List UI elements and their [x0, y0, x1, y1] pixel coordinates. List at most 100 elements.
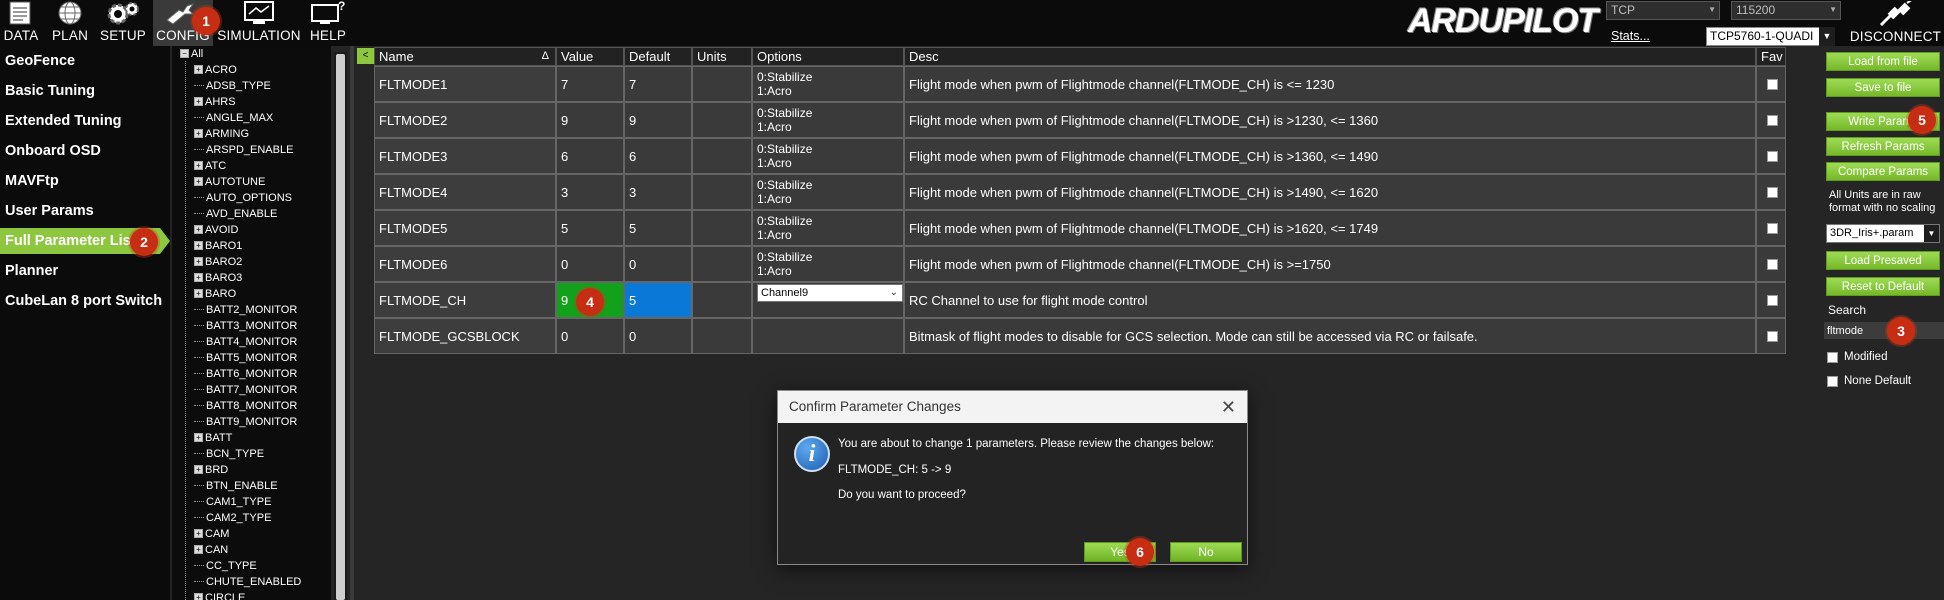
- expand-icon[interactable]: +: [194, 593, 203, 600]
- refresh-params-button[interactable]: Refresh Params: [1826, 137, 1940, 156]
- chevron-down-icon[interactable]: ▼: [1924, 225, 1939, 242]
- menu-item-user-params[interactable]: User Params: [0, 198, 170, 224]
- tree-item[interactable]: + BATT: [194, 432, 232, 448]
- param-options-cell[interactable]: 0:Stabilize 1:Acro: [752, 174, 904, 210]
- none-default-checkbox[interactable]: [1827, 375, 1838, 387]
- help-button[interactable]: ? HELP: [306, 0, 350, 46]
- setup-button[interactable]: SETUP: [97, 0, 149, 46]
- baud-rate-select[interactable]: 115200 ▼: [1731, 1, 1841, 20]
- tree-item[interactable]: + ACRO: [194, 64, 237, 80]
- column-header-units[interactable]: Units: [692, 47, 752, 66]
- expand-icon[interactable]: +: [194, 529, 203, 538]
- tree-item[interactable]: + BARO3: [194, 272, 242, 288]
- favorite-checkbox[interactable]: [1767, 330, 1778, 342]
- disconnect-button[interactable]: DISCONNECT: [1847, 0, 1944, 46]
- param-fav-cell[interactable]: [1756, 102, 1786, 138]
- param-value-cell[interactable]: 0: [556, 318, 624, 354]
- tree-item[interactable]: + BARO2: [194, 256, 242, 272]
- tree-item[interactable]: CAM2_TYPE: [194, 512, 271, 528]
- expand-icon[interactable]: +: [194, 161, 203, 170]
- param-fav-cell[interactable]: [1756, 210, 1786, 246]
- param-value-cell[interactable]: 5: [556, 210, 624, 246]
- favorite-checkbox[interactable]: [1767, 258, 1778, 270]
- column-header-default[interactable]: Default: [624, 47, 692, 66]
- param-fav-cell[interactable]: [1756, 138, 1786, 174]
- param-fav-cell[interactable]: [1756, 318, 1786, 354]
- close-icon[interactable]: ✕: [1221, 397, 1236, 417]
- tree-item[interactable]: BATT4_MONITOR: [194, 336, 297, 352]
- tree-item[interactable]: BCN_TYPE: [194, 448, 264, 464]
- plan-button[interactable]: PLAN: [49, 0, 91, 46]
- expand-icon[interactable]: +: [194, 257, 203, 266]
- load-presaved-button[interactable]: Load Presaved: [1826, 251, 1940, 270]
- tree-item[interactable]: BATT9_MONITOR: [194, 416, 297, 432]
- tree-item[interactable]: BATT8_MONITOR: [194, 400, 297, 416]
- table-row[interactable]: FLTMODE1 7 7 0:Stabilize 1:Acro Flight mode w…: [374, 66, 1786, 102]
- load-from-file-button[interactable]: Load from file: [1826, 52, 1940, 71]
- param-value-cell[interactable]: 7: [556, 66, 624, 102]
- menu-item-mavftp[interactable]: MAVFtp: [0, 168, 170, 194]
- tree-item[interactable]: BATT6_MONITOR: [194, 368, 297, 384]
- menu-item-onboard-osd[interactable]: Onboard OSD: [0, 138, 170, 164]
- tree-item[interactable]: + BARO: [194, 288, 236, 304]
- favorite-checkbox[interactable]: [1767, 150, 1778, 162]
- param-fav-cell[interactable]: [1756, 246, 1786, 282]
- tree-item[interactable]: CC_TYPE: [194, 560, 257, 576]
- column-header-fav[interactable]: Fav: [1756, 47, 1786, 66]
- modified-checkbox[interactable]: [1827, 351, 1838, 363]
- expand-icon[interactable]: +: [194, 225, 203, 234]
- options-select[interactable]: Channel9 ⌄: [757, 284, 903, 302]
- connection-name-select[interactable]: TCP5760-1-QUADI: [1706, 27, 1834, 46]
- table-row[interactable]: FLTMODE5 5 5 0:Stabilize 1:Acro Flight mode w…: [374, 210, 1786, 246]
- tree-item[interactable]: + ARMING: [194, 128, 249, 144]
- expand-icon[interactable]: +: [194, 545, 203, 554]
- expand-icon[interactable]: +: [194, 177, 203, 186]
- collapse-tree-button[interactable]: <: [357, 48, 374, 64]
- expand-icon[interactable]: +: [194, 433, 203, 442]
- param-options-cell[interactable]: 0:Stabilize 1:Acro: [752, 66, 904, 102]
- param-value-cell[interactable]: 6: [556, 138, 624, 174]
- column-header-desc[interactable]: Desc: [904, 47, 1756, 66]
- tree-item[interactable]: ARSPD_ENABLE: [194, 144, 293, 160]
- none-default-filter[interactable]: None Default: [1827, 375, 1911, 387]
- search-input[interactable]: [1824, 322, 1944, 339]
- favorite-checkbox[interactable]: [1767, 222, 1778, 234]
- reset-to-default-button[interactable]: Reset to Default: [1826, 277, 1940, 296]
- table-row[interactable]: FLTMODE3 6 6 0:Stabilize 1:Acro Flight mode w…: [374, 138, 1786, 174]
- menu-item-planner[interactable]: Planner: [0, 258, 170, 284]
- column-header-value[interactable]: Value: [556, 47, 624, 66]
- param-fav-cell[interactable]: [1756, 282, 1786, 318]
- table-row[interactable]: FLTMODE2 9 9 0:Stabilize 1:Acro Flight mode w…: [374, 102, 1786, 138]
- param-options-cell[interactable]: 0:Stabilize 1:Acro: [752, 246, 904, 282]
- param-value-cell[interactable]: 0: [556, 246, 624, 282]
- tree-item[interactable]: AVD_ENABLE: [194, 208, 277, 224]
- table-row[interactable]: FLTMODE6 0 0 0:Stabilize 1:Acro Flight mode w…: [374, 246, 1786, 282]
- favorite-checkbox[interactable]: [1767, 78, 1778, 90]
- simulation-button[interactable]: SIMULATION: [216, 0, 302, 46]
- param-file-select[interactable]: 3DR_Iris+.param ▼: [1826, 224, 1940, 243]
- tree-item[interactable]: + ATC: [194, 160, 226, 176]
- menu-item-extended-tuning[interactable]: Extended Tuning: [0, 108, 170, 134]
- no-button[interactable]: No: [1170, 542, 1242, 562]
- table-row[interactable]: FLTMODE_GCSBLOCK 0 0 Bitmask of flight mode…: [374, 318, 1786, 354]
- tree-scrollbar-thumb[interactable]: [336, 54, 345, 600]
- expand-icon[interactable]: +: [194, 273, 203, 282]
- expand-icon[interactable]: +: [194, 465, 203, 474]
- tree-root[interactable]: − All: [180, 48, 203, 64]
- param-fav-cell[interactable]: [1756, 174, 1786, 210]
- tree-item[interactable]: AUTO_OPTIONS: [194, 192, 292, 208]
- param-options-cell[interactable]: [752, 318, 904, 354]
- tree-item[interactable]: + AVOID: [194, 224, 238, 240]
- expand-icon[interactable]: +: [194, 65, 203, 74]
- expand-icon[interactable]: +: [194, 289, 203, 298]
- tree-item[interactable]: ANGLE_MAX: [194, 112, 273, 128]
- connection-type-select[interactable]: TCP ▼: [1606, 1, 1720, 20]
- parameter-tree[interactable]: − All + ACRO ADSB_TYPE + AHRS ANGLE_MAX + ARMING…: [171, 46, 331, 600]
- menu-item-cubelan-switch[interactable]: CubeLan 8 port Switch: [0, 288, 170, 314]
- stats-link[interactable]: Stats...: [1611, 29, 1650, 43]
- data-button[interactable]: DATA: [0, 0, 42, 46]
- menu-item-geofence[interactable]: GeoFence: [0, 48, 170, 74]
- tree-item[interactable]: BATT3_MONITOR: [194, 320, 297, 336]
- tree-item[interactable]: + CIRCLE: [194, 592, 245, 600]
- param-options-cell[interactable]: 0:Stabilize 1:Acro: [752, 210, 904, 246]
